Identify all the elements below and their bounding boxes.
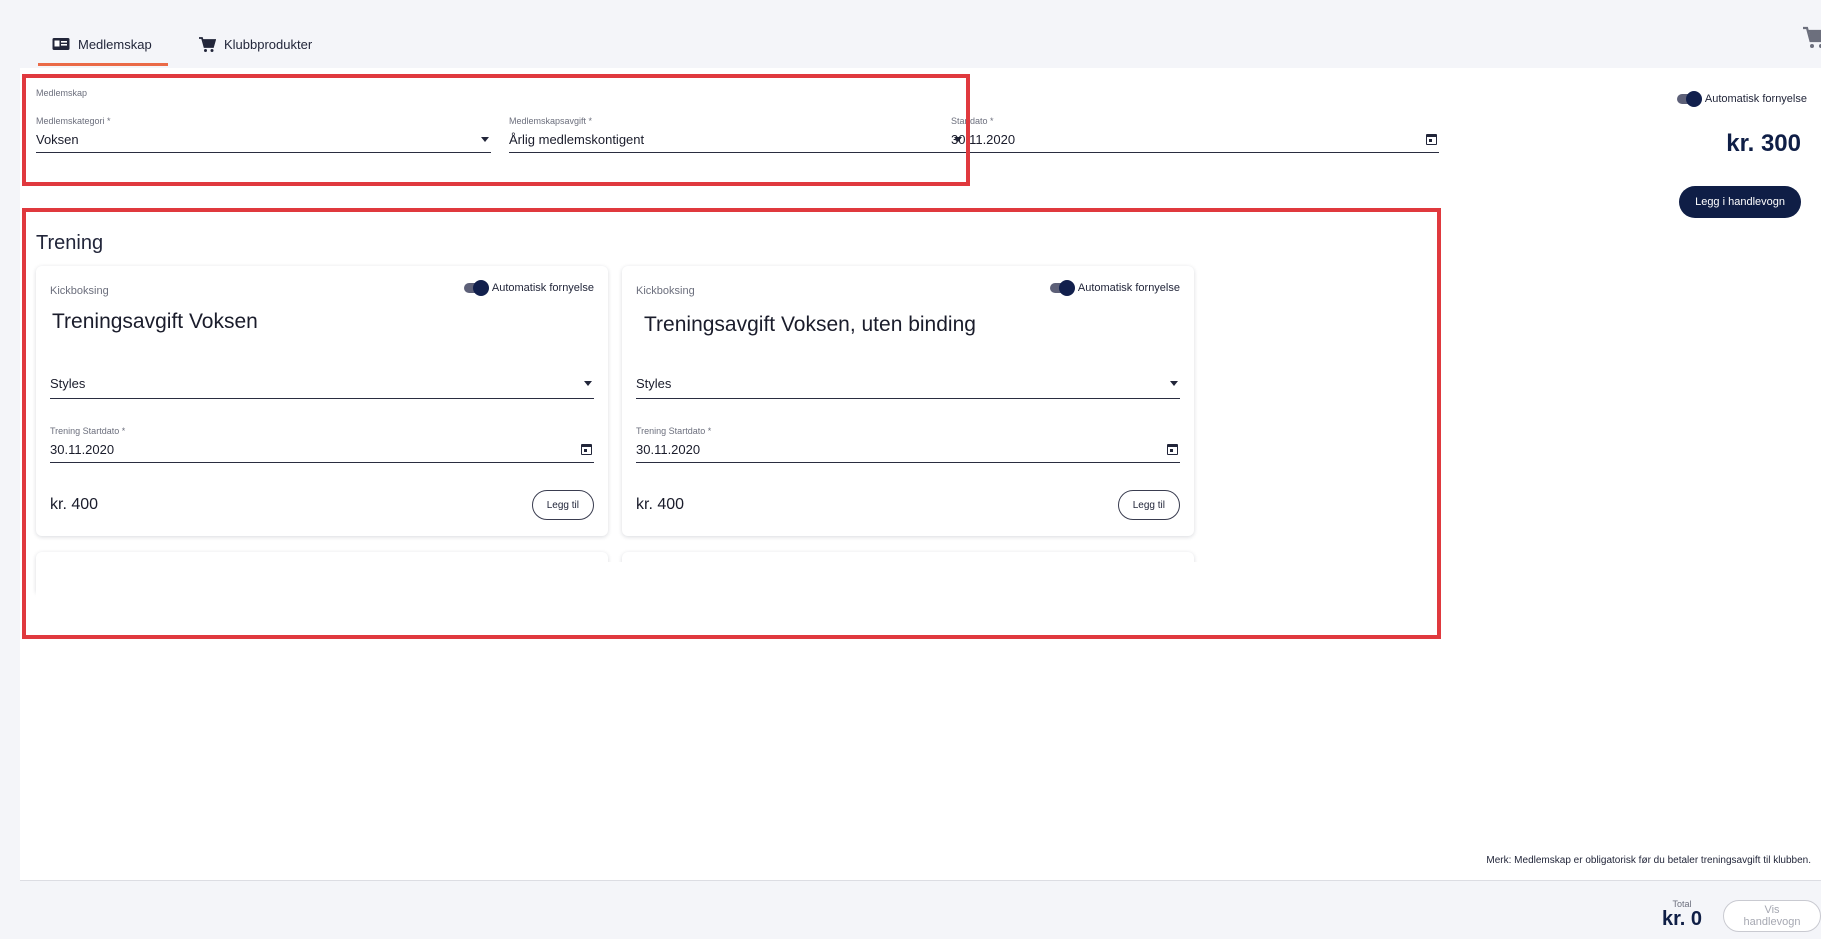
auto-renew-label: Automatisk fornyelse (1704, 93, 1807, 105)
view-cart-button[interactable]: Vis handlevogn (1723, 900, 1821, 932)
cart-icon (198, 37, 217, 52)
tab-medlemskap-label: Medlemskap (78, 36, 152, 52)
membership-note: Merk: Medlemskap er obligatorisk før du … (1486, 855, 1811, 866)
underline (951, 152, 1439, 153)
tab-klubbprodukter-label: Klubbprodukter (224, 36, 313, 52)
highlight-box-membership (22, 74, 970, 186)
highlight-box-training (22, 208, 1441, 639)
divider (20, 880, 1821, 881)
calendar-icon[interactable] (1426, 134, 1437, 145)
shopping-cart-icon[interactable] (1801, 22, 1821, 52)
toggle-switch[interactable] (1676, 91, 1702, 107)
add-to-cart-button[interactable]: Legg i handlevogn (1679, 186, 1801, 218)
tab-klubbprodukter[interactable]: Klubbprodukter (198, 24, 312, 64)
start-date-field[interactable]: Startdato * 30.11.2020 (951, 116, 1439, 156)
membership-auto-renew-toggle[interactable]: Automatisk fornyelse (1676, 91, 1807, 107)
cart-total: Total kr. 0 (1662, 899, 1702, 929)
id-card-icon (52, 37, 70, 51)
tab-bar: Medlemskap Klubbprodukter (20, 10, 1821, 68)
tab-medlemskap[interactable]: Medlemskap (38, 24, 168, 66)
total-value: kr. 0 (1662, 908, 1703, 930)
membership-price: kr. 300 (1726, 130, 1801, 157)
